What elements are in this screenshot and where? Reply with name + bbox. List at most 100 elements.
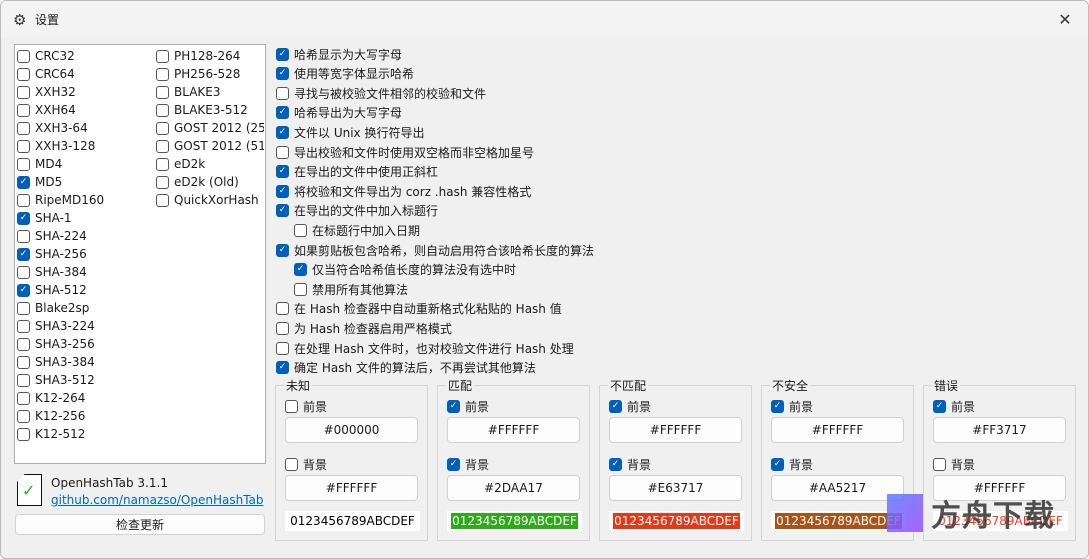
algorithm-sha3-224[interactable]: SHA3-224	[17, 318, 95, 334]
checkbox-unchecked-icon[interactable]	[156, 121, 169, 135]
option-12[interactable]: 禁用所有其他算法	[294, 281, 408, 297]
checkbox-unchecked-icon[interactable]	[17, 301, 30, 315]
checkbox-unchecked-icon[interactable]	[17, 409, 30, 423]
background-checkbox[interactable]: ✓ 背景	[447, 456, 489, 472]
checkbox-unchecked-icon[interactable]	[933, 457, 946, 471]
algorithm-sha-384[interactable]: SHA-384	[17, 264, 87, 280]
foreground-checkbox[interactable]: ✓ 前景	[609, 398, 651, 414]
checkbox-checked-icon[interactable]: ✓	[771, 399, 784, 413]
option-0[interactable]: ✓ 哈希显示为大写字母	[276, 46, 402, 62]
algorithm-k12-256[interactable]: K12-256	[17, 408, 85, 424]
github-link[interactable]: github.com/namazso/OpenHashTab	[51, 493, 264, 507]
checkbox-unchecked-icon[interactable]	[156, 139, 169, 153]
close-button[interactable]: ✕	[1042, 1, 1088, 37]
option-16[interactable]: ✓ 确定 Hash 文件的算法后，不再尝试其他算法	[276, 360, 536, 376]
foreground-color-button[interactable]: #000000	[285, 417, 418, 443]
checkbox-checked-icon[interactable]: ✓	[933, 399, 946, 413]
algorithm-sha-1[interactable]: ✓ SHA-1	[17, 210, 72, 226]
checkbox-unchecked-icon[interactable]	[276, 86, 289, 100]
foreground-checkbox[interactable]: 前景	[285, 398, 327, 414]
checkbox-checked-icon[interactable]: ✓	[447, 457, 460, 471]
checkbox-unchecked-icon[interactable]	[156, 49, 169, 63]
background-checkbox[interactable]: ✓ 背景	[609, 456, 651, 472]
algorithm-sha-512[interactable]: ✓ SHA-512	[17, 282, 87, 298]
checkbox-checked-icon[interactable]: ✓	[276, 165, 289, 179]
background-checkbox[interactable]: 背景	[285, 456, 327, 472]
background-color-button[interactable]: #E63717	[609, 475, 742, 501]
algorithm-xxh3-128[interactable]: XXH3-128	[17, 138, 95, 154]
algorithm-list[interactable]: CRC32 CRC64 XXH32 XXH64 XXH3-64 XXH3-128 MD4 ✓ M…	[14, 44, 266, 464]
option-6[interactable]: ✓ 在导出的文件中使用正斜杠	[276, 164, 438, 180]
checkbox-checked-icon[interactable]: ✓	[17, 211, 30, 225]
foreground-color-button[interactable]: #FFFFFF	[609, 417, 742, 443]
algorithm-ph128-264[interactable]: PH128-264	[156, 48, 264, 64]
algorithm-ed2k-old-[interactable]: eD2k (Old)	[156, 174, 264, 190]
checkbox-unchecked-icon[interactable]	[17, 157, 30, 171]
algorithm-sha-256[interactable]: ✓ SHA-256	[17, 246, 87, 262]
algorithm-k12-512[interactable]: K12-512	[17, 426, 85, 442]
checkbox-checked-icon[interactable]: ✓	[276, 361, 289, 375]
foreground-color-button[interactable]: #FFFFFF	[447, 417, 580, 443]
checkbox-unchecked-icon[interactable]	[17, 49, 30, 63]
algorithm-xxh32[interactable]: XXH32	[17, 84, 76, 100]
algorithm-blake2sp[interactable]: Blake2sp	[17, 300, 89, 316]
checkbox-unchecked-icon[interactable]	[17, 265, 30, 279]
algorithm-crc64[interactable]: CRC64	[17, 66, 75, 82]
checkbox-unchecked-icon[interactable]	[276, 321, 289, 335]
checkbox-unchecked-icon[interactable]	[17, 229, 30, 243]
checkbox-unchecked-icon[interactable]	[17, 337, 30, 351]
checkbox-unchecked-icon[interactable]	[156, 193, 169, 207]
checkbox-unchecked-icon[interactable]	[17, 103, 30, 117]
checkbox-unchecked-icon[interactable]	[276, 145, 289, 159]
background-color-button[interactable]: #AA5217	[771, 475, 904, 501]
checkbox-unchecked-icon[interactable]	[17, 121, 30, 135]
checkbox-unchecked-icon[interactable]	[276, 341, 289, 355]
checkbox-unchecked-icon[interactable]	[156, 103, 169, 117]
option-10[interactable]: ✓ 如果剪贴板包含哈希，则自动启用符合该哈希长度的算法	[276, 242, 594, 258]
checkbox-unchecked-icon[interactable]	[17, 67, 30, 81]
option-8[interactable]: ✓ 在导出的文件中加入标题行	[276, 203, 438, 219]
checkbox-checked-icon[interactable]: ✓	[276, 67, 289, 81]
checkbox-checked-icon[interactable]: ✓	[276, 106, 289, 120]
foreground-color-button[interactable]: #FF3717	[933, 417, 1066, 443]
checkbox-unchecked-icon[interactable]	[156, 67, 169, 81]
foreground-checkbox[interactable]: ✓ 前景	[771, 398, 813, 414]
checkbox-unchecked-icon[interactable]	[294, 282, 307, 296]
foreground-checkbox[interactable]: ✓ 前景	[447, 398, 489, 414]
checkbox-unchecked-icon[interactable]	[156, 157, 169, 171]
checkbox-checked-icon[interactable]: ✓	[17, 247, 30, 261]
checkbox-unchecked-icon[interactable]	[17, 391, 30, 405]
background-color-button[interactable]: #FFFFFF	[285, 475, 418, 501]
option-2[interactable]: 寻找与被校验文件相邻的校验和文件	[276, 85, 486, 101]
algorithm-crc32[interactable]: CRC32	[17, 48, 75, 64]
checkbox-checked-icon[interactable]: ✓	[294, 263, 307, 277]
checkbox-unchecked-icon[interactable]	[17, 139, 30, 153]
option-7[interactable]: ✓ 将校验和文件导出为 corz .hash 兼容性格式	[276, 183, 531, 199]
option-14[interactable]: 为 Hash 检查器启用严格模式	[276, 320, 452, 336]
algorithm-blake3-512[interactable]: BLAKE3-512	[156, 102, 264, 118]
background-checkbox[interactable]: ✓ 背景	[771, 456, 813, 472]
algorithm-xxh64[interactable]: XXH64	[17, 102, 76, 118]
option-5[interactable]: 导出校验和文件时使用双空格而非空格加星号	[276, 144, 534, 160]
option-13[interactable]: 在 Hash 检查器中自动重新格式化粘贴的 Hash 值	[276, 301, 562, 317]
checkbox-unchecked-icon[interactable]	[17, 319, 30, 333]
algorithm-quickxorhash[interactable]: QuickXorHash	[156, 192, 264, 208]
checkbox-unchecked-icon[interactable]	[17, 355, 30, 369]
background-color-button[interactable]: #2DAA17	[447, 475, 580, 501]
option-11[interactable]: ✓ 仅当符合哈希值长度的算法没有选中时	[294, 262, 516, 278]
checkbox-checked-icon[interactable]: ✓	[276, 47, 289, 61]
checkbox-unchecked-icon[interactable]	[294, 223, 307, 237]
option-1[interactable]: ✓ 使用等宽字体显示哈希	[276, 66, 414, 82]
checkbox-checked-icon[interactable]: ✓	[771, 457, 784, 471]
algorithm-xxh3-64[interactable]: XXH3-64	[17, 120, 88, 136]
algorithm-k12-264[interactable]: K12-264	[17, 390, 85, 406]
checkbox-checked-icon[interactable]: ✓	[276, 243, 289, 257]
checkbox-checked-icon[interactable]: ✓	[447, 399, 460, 413]
algorithm-md4[interactable]: MD4	[17, 156, 62, 172]
checkbox-checked-icon[interactable]: ✓	[276, 125, 289, 139]
algorithm-ph256-528[interactable]: PH256-528	[156, 66, 264, 82]
algorithm-blake3[interactable]: BLAKE3	[156, 84, 264, 100]
option-4[interactable]: ✓ 文件以 Unix 换行符导出	[276, 124, 424, 140]
foreground-checkbox[interactable]: ✓ 前景	[933, 398, 975, 414]
checkbox-unchecked-icon[interactable]	[17, 373, 30, 387]
